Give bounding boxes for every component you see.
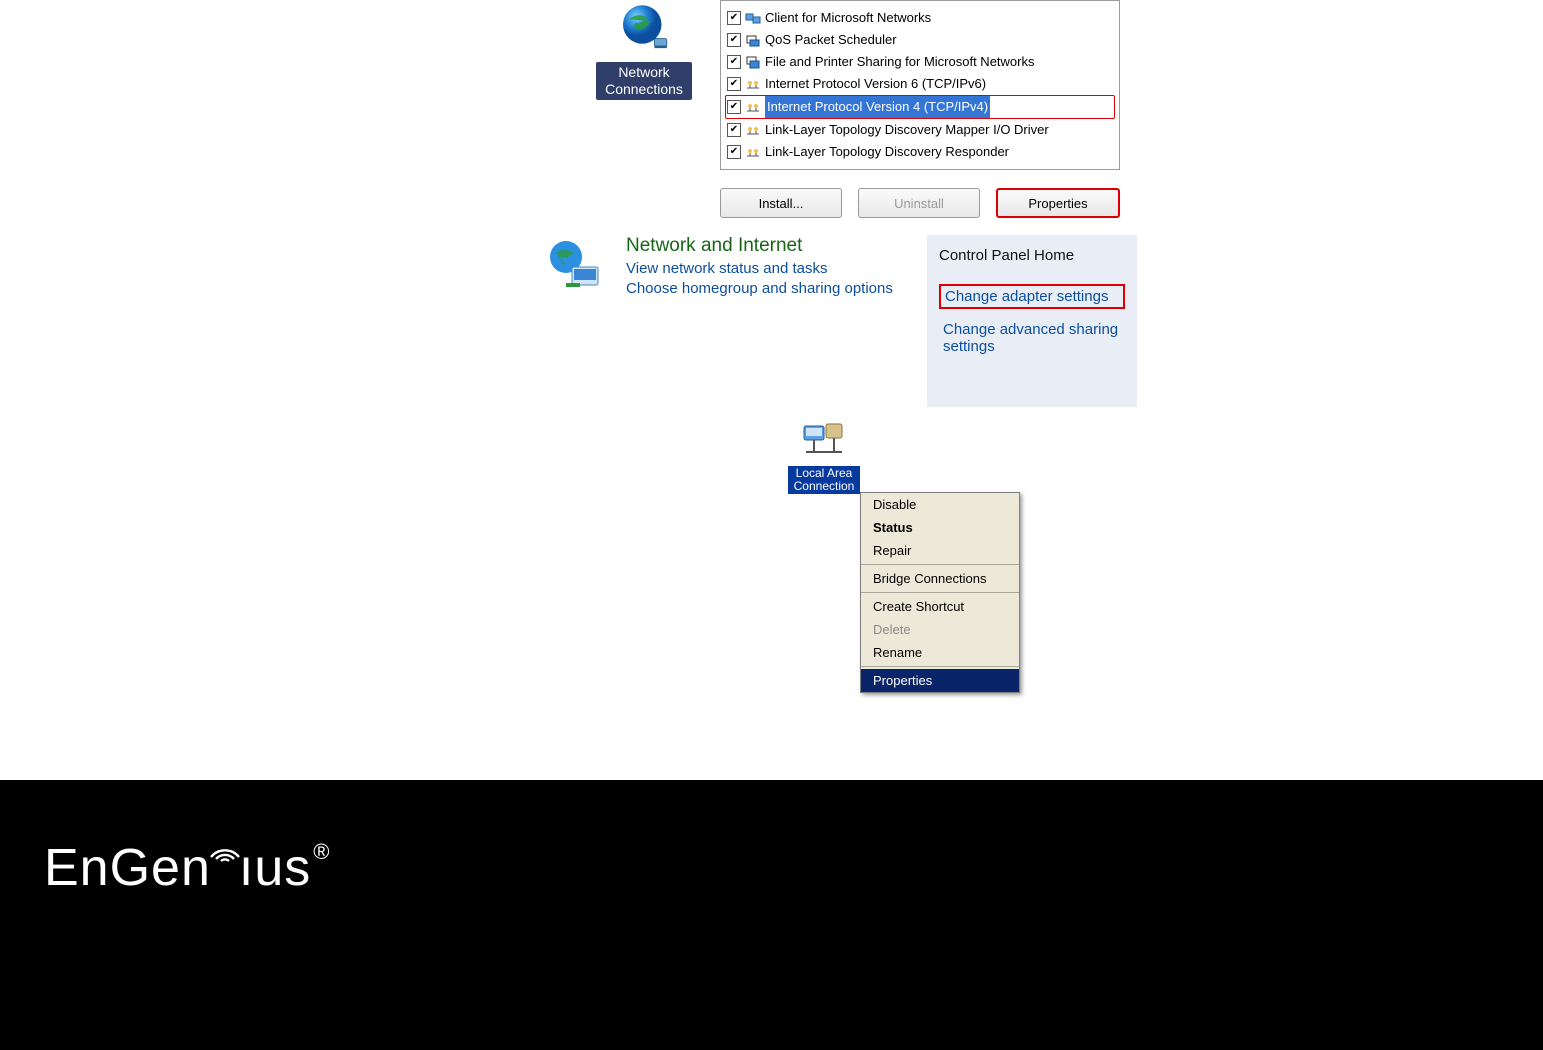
- control-panel-sidebar: Control Panel Home Change adapter settin…: [927, 235, 1137, 407]
- menu-disable[interactable]: Disable: [861, 493, 1019, 516]
- network-internet-category: Network and Internet View network status…: [544, 235, 893, 299]
- connection-items-list: ✔ Client for Microsoft Networks ✔ QoS Pa…: [720, 0, 1120, 170]
- link-view-status[interactable]: View network status and tasks: [626, 260, 893, 277]
- shortcut-label: NetworkConnections: [596, 62, 692, 100]
- checkbox-icon[interactable]: ✔: [727, 77, 741, 91]
- item-label: QoS Packet Scheduler: [765, 29, 897, 51]
- adapter-icon: [800, 418, 848, 466]
- shortcut-label: Local AreaConnection: [788, 466, 860, 494]
- item-label: Internet Protocol Version 4 (TCP/IPv4): [765, 96, 990, 118]
- sidebar-header: Control Panel Home: [939, 247, 1125, 264]
- checkbox-icon[interactable]: ✔: [727, 100, 741, 114]
- item-label: Client for Microsoft Networks: [765, 7, 931, 29]
- conn-item[interactable]: ✔ Client for Microsoft Networks: [725, 7, 1115, 29]
- context-menu: Disable Status Repair Bridge Connections…: [860, 492, 1020, 693]
- conn-item[interactable]: ✔ QoS Packet Scheduler: [725, 29, 1115, 51]
- sidebar-advanced-sharing[interactable]: Change advanced sharing settings: [939, 319, 1125, 357]
- item-label: Internet Protocol Version 6 (TCP/IPv6): [765, 73, 986, 95]
- sidebar-change-adapter[interactable]: Change adapter settings: [939, 284, 1125, 309]
- checkbox-icon[interactable]: ✔: [727, 145, 741, 159]
- conn-item[interactable]: ✔ Link-Layer Topology Discovery Mapper I…: [725, 119, 1115, 141]
- checkbox-icon[interactable]: ✔: [727, 55, 741, 69]
- conn-item-selected[interactable]: ✔ Internet Protocol Version 4 (TCP/IPv4): [725, 95, 1115, 119]
- item-label: Link-Layer Topology Discovery Mapper I/O…: [765, 119, 1049, 141]
- protocol-icon: [745, 122, 761, 138]
- local-area-connection-shortcut[interactable]: Local AreaConnection: [788, 418, 860, 494]
- checkbox-icon[interactable]: ✔: [727, 33, 741, 47]
- conn-item[interactable]: ✔ Link-Layer Topology Discovery Responde…: [725, 141, 1115, 163]
- item-label: File and Printer Sharing for Microsoft N…: [765, 51, 1034, 73]
- brand-logo: EnGen ıus®: [44, 816, 330, 898]
- menu-rename[interactable]: Rename: [861, 641, 1019, 664]
- install-button[interactable]: Install...: [720, 188, 842, 218]
- qos-icon: [745, 32, 761, 48]
- link-homegroup[interactable]: Choose homegroup and sharing options: [626, 280, 893, 297]
- protocol-icon: [745, 144, 761, 160]
- protocol-icon: [745, 99, 761, 115]
- menu-shortcut[interactable]: Create Shortcut: [861, 595, 1019, 618]
- menu-repair[interactable]: Repair: [861, 539, 1019, 562]
- menu-properties[interactable]: Properties: [861, 669, 1019, 692]
- protocol-icon: [745, 76, 761, 92]
- menu-bridge[interactable]: Bridge Connections: [861, 567, 1019, 590]
- menu-separator: [861, 666, 1019, 667]
- menu-separator: [861, 564, 1019, 565]
- properties-button[interactable]: Properties: [996, 188, 1120, 218]
- footer: EnGen ıus®: [0, 780, 1543, 1050]
- share-icon: [745, 54, 761, 70]
- globe-icon: [616, 0, 672, 56]
- checkbox-icon[interactable]: ✔: [727, 123, 741, 137]
- conn-item[interactable]: ✔ Internet Protocol Version 6 (TCP/IPv6): [725, 73, 1115, 95]
- menu-status[interactable]: Status: [861, 516, 1019, 539]
- client-icon: [745, 10, 761, 26]
- checkbox-icon[interactable]: ✔: [727, 11, 741, 25]
- menu-delete: Delete: [861, 618, 1019, 641]
- network-internet-icon: [544, 235, 608, 299]
- wifi-icon: [207, 816, 243, 844]
- button-row: Install... Uninstall Properties: [720, 188, 1120, 218]
- network-connections-shortcut[interactable]: NetworkConnections: [596, 0, 692, 100]
- item-label: Link-Layer Topology Discovery Responder: [765, 141, 1009, 163]
- uninstall-button: Uninstall: [858, 188, 980, 218]
- menu-separator: [861, 592, 1019, 593]
- category-title: Network and Internet: [626, 235, 893, 257]
- conn-item[interactable]: ✔ File and Printer Sharing for Microsoft…: [725, 51, 1115, 73]
